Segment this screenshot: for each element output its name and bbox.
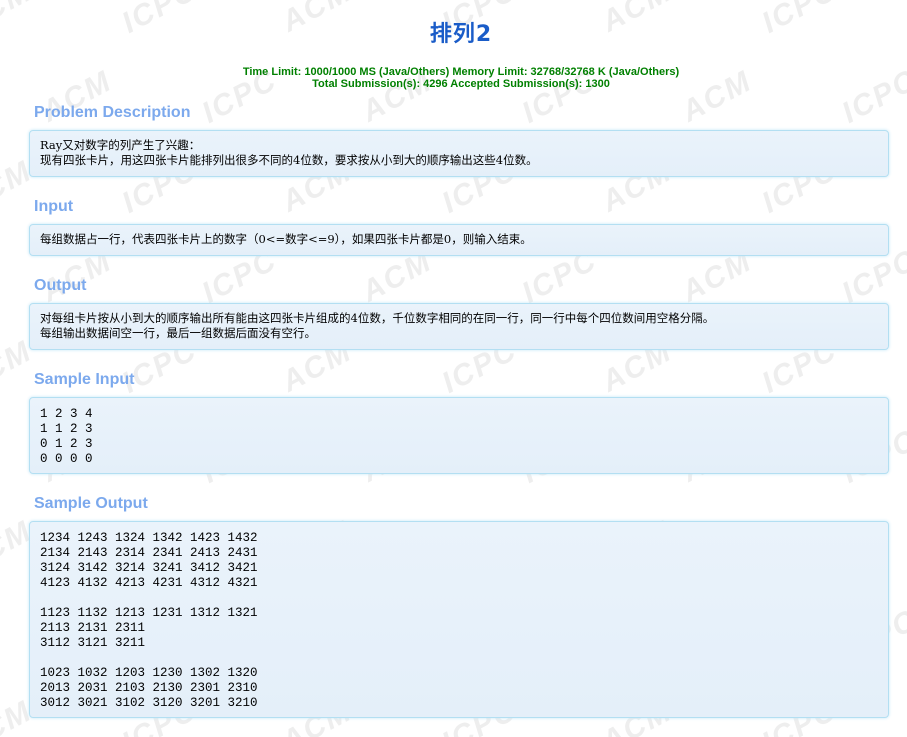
limit-line: Time Limit: 1000/1000 MS (Java/Others) M…: [242, 66, 680, 78]
text-line: 对每组卡片按从小到大的顺序输出所有能由这四张卡片组成的4位数，千位数字相同的在同…: [40, 311, 715, 325]
text-line: 0 0 0 0: [40, 452, 93, 466]
text-line: Ray又对数字的列产生了兴趣：: [40, 138, 201, 152]
sample-output-panel: 1234 1243 1324 1342 1423 1432 2134 2143 2…: [29, 521, 889, 718]
text-line: 0 1 2 3: [40, 437, 93, 451]
text-line: 1023 1032 1203 1230 1302 1320: [40, 666, 258, 680]
text-line: 每组输出数据间空一行，最后一组数据后面没有空行。: [40, 326, 316, 340]
text-line: 3124 3142 3214 3241 3412 3421: [40, 561, 258, 575]
text-line: 1234 1243 1324 1342 1423 1432: [40, 531, 258, 545]
text-line: 1 1 2 3: [40, 422, 93, 436]
text-line: [40, 591, 878, 606]
submission-line: Total Submission(s): 4296 Accepted Submi…: [312, 78, 610, 90]
text-line: 2113 2131 2311: [40, 621, 146, 635]
text-line: 2013 2031 2103 2130 2301 2310: [40, 681, 258, 695]
sample-output-heading: Sample Output: [34, 495, 148, 512]
text-line: 2134 2143 2314 2341 2413 2431: [40, 546, 258, 560]
input-heading: Input: [34, 198, 74, 215]
text-line: [40, 651, 878, 666]
input-panel: 每组数据占一行，代表四张卡片上的数字（0<=数字<=9），如果四张卡片都是0，则…: [29, 224, 889, 256]
text-line: 1 2 3 4: [40, 407, 93, 421]
sample-input-heading: Sample Input: [34, 371, 135, 388]
output-panel: 对每组卡片按从小到大的顺序输出所有能由这四张卡片组成的4位数，千位数字相同的在同…: [29, 303, 889, 350]
text-line: 每组数据占一行，代表四张卡片上的数字（0<=数字<=9），如果四张卡片都是0，则…: [40, 232, 532, 246]
description-panel: Ray又对数字的列产生了兴趣： 现有四张卡片，用这四张卡片能排列出很多不同的4位数…: [29, 130, 889, 177]
page-title: 排列2: [429, 22, 493, 47]
description-heading: Problem Description: [34, 104, 191, 121]
text-line: 3112 3121 3211: [40, 636, 146, 650]
text-line: 3012 3021 3102 3120 3201 3210: [40, 696, 258, 710]
problem-limits: Time Limit: 1000/1000 MS (Java/Others) M…: [0, 66, 907, 90]
text-line: 4123 4132 4213 4231 4312 4321: [40, 576, 258, 590]
text-line: 1123 1132 1213 1231 1312 1321: [40, 606, 258, 620]
text-line: 现有四张卡片，用这四张卡片能排列出很多不同的4位数，要求按从小到大的顺序输出这些…: [40, 153, 538, 167]
output-heading: Output: [34, 277, 87, 294]
sample-input-panel: 1 2 3 41 1 2 30 1 2 30 0 0 0: [29, 397, 889, 474]
